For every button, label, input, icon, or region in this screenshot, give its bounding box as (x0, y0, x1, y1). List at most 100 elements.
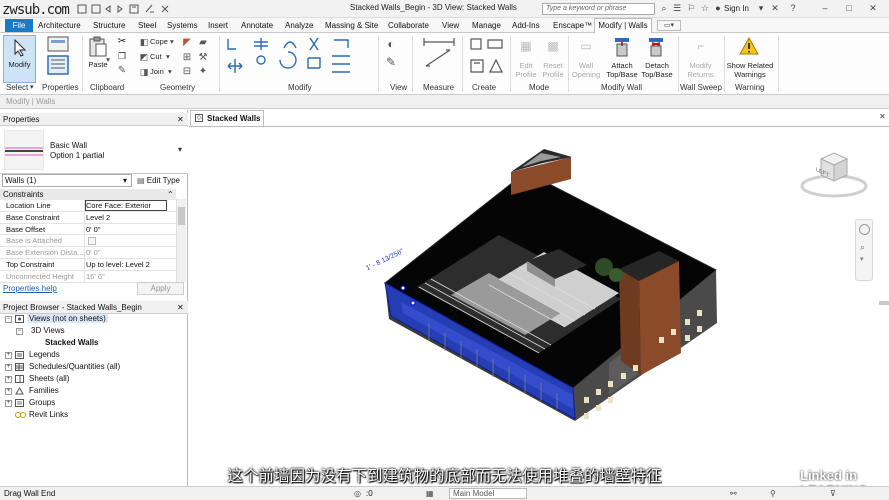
tree-item-stacked-walls[interactable]: Stacked Walls (45, 338, 99, 347)
cope-icon[interactable]: ◧ (139, 37, 149, 47)
3d-viewport[interactable]: 1' - 8 13/256" LEFT ⌕ ▾ (189, 126, 889, 486)
help-icon[interactable]: ? (788, 3, 798, 14)
cope-label[interactable]: Cope (150, 37, 168, 46)
zoom-icon[interactable]: ⌕ (860, 242, 865, 253)
tab-structure[interactable]: Structure (93, 21, 125, 30)
view-tab[interactable]: ◇ Stacked Walls (190, 110, 264, 126)
demolish-icon[interactable]: ⚒ (197, 52, 209, 63)
expand-toggle[interactable]: + (5, 388, 12, 395)
expand-toggle[interactable]: + (5, 400, 12, 407)
select-dropdown-icon[interactable]: ▾ (30, 83, 34, 91)
modify-button[interactable]: Modify (3, 35, 36, 83)
type-dropdown-icon[interactable]: ▾ (178, 145, 182, 154)
instance-filter-select[interactable]: Walls (1) ▾ (2, 174, 132, 187)
type-selector[interactable]: Basic Wall Option 1 partial ▾ (0, 127, 188, 174)
ribbon-options-icon[interactable]: ▭▾ (657, 20, 681, 31)
cope-dropdown-icon[interactable]: ▾ (170, 37, 174, 46)
tree-item-revit-links[interactable]: Revit Links (29, 410, 68, 419)
user-icon[interactable]: ● (713, 3, 723, 14)
splitter-handle[interactable] (879, 301, 889, 305)
collapse-toggle[interactable]: − (5, 316, 12, 323)
cut-dropdown-icon[interactable]: ▾ (166, 52, 170, 61)
paste-dropdown-icon[interactable]: ▾ (104, 55, 112, 64)
cut-label[interactable]: Cut (150, 52, 162, 61)
property-row[interactable]: Top Constraint Up to level: Level 2 (0, 259, 176, 271)
minimize-icon[interactable]: – (820, 3, 830, 14)
tab-systems[interactable]: Systems (167, 21, 198, 30)
property-row[interactable]: Base Constraint Level 2 (0, 211, 176, 224)
collapse-toggle[interactable]: − (16, 328, 23, 335)
unjoin-icon[interactable]: ⊟ (181, 66, 193, 77)
cut-icon[interactable]: ✂ (116, 37, 128, 47)
design-options-icon[interactable]: ▦ (426, 489, 434, 498)
tab-insert[interactable]: Insert (208, 21, 228, 30)
star-icon[interactable]: ☆ (700, 3, 710, 14)
attach-top-base-label[interactable]: Attach Top/Base (602, 61, 642, 79)
select-pinned-icon[interactable]: ⚲ (770, 489, 776, 498)
tab-collaborate[interactable]: Collaborate (388, 21, 429, 30)
view-cube[interactable] (799, 149, 869, 199)
wall-joins-icon[interactable]: ⊞ (181, 52, 193, 63)
search-icon[interactable]: ⌕ (659, 3, 669, 14)
tab-architecture[interactable]: Architecture (38, 21, 81, 30)
constraints-section[interactable]: Constraints (0, 189, 176, 200)
property-row[interactable]: Base Offset 0' 0" (0, 223, 176, 236)
exchange-icon[interactable]: ✕ (770, 3, 780, 14)
override-graphics-icon[interactable]: ✎ (384, 56, 398, 68)
tab-modify-walls[interactable]: Modify | Walls (594, 18, 652, 33)
filter-icon[interactable]: ⊽ (830, 489, 836, 498)
tab-enscape[interactable]: Enscape™ (553, 21, 592, 30)
type-properties-icon[interactable] (47, 36, 69, 76)
steering-wheel-icon[interactable] (859, 224, 870, 235)
tree-item-schedules[interactable]: Schedules/Quantities (all) (29, 362, 120, 371)
properties-help-link[interactable]: Properties help (3, 284, 57, 293)
tree-item-families[interactable]: Families (29, 386, 59, 395)
zoom-dropdown-icon[interactable]: ▾ (860, 255, 864, 263)
copy-icon[interactable]: ❐ (116, 51, 128, 61)
match-type-icon[interactable]: ✎ (116, 66, 128, 76)
select-links-icon[interactable]: ⚯ (730, 489, 737, 498)
expand-toggle[interactable]: + (5, 376, 12, 383)
tree-item-3d-views[interactable]: 3D Views (31, 326, 65, 335)
property-row[interactable]: Location Line Core Face: Exterior (0, 200, 176, 212)
join-label[interactable]: Join (150, 67, 164, 76)
hide-element-icon[interactable]: ◐ (384, 38, 398, 50)
tab-file[interactable]: File (5, 19, 33, 32)
expand-toggle[interactable]: + (5, 352, 12, 359)
tree-item-views[interactable]: Views (not on sheets) (27, 314, 108, 323)
cut-geometry-icon[interactable]: ◩ (139, 52, 149, 62)
tab-massing-site[interactable]: Massing & Site (325, 21, 378, 30)
join-dropdown-icon[interactable]: ▾ (168, 67, 172, 76)
attach-top-base-icon[interactable] (612, 36, 632, 58)
tab-steel[interactable]: Steel (138, 21, 156, 30)
collapse-icon[interactable]: ⌃ (167, 190, 174, 199)
close-icon[interactable]: ✕ (868, 3, 878, 14)
tab-analyze[interactable]: Analyze (285, 21, 313, 30)
edit-type-button[interactable]: ▤ Edit Type (137, 174, 187, 187)
split-face-icon[interactable]: ◤ (181, 37, 193, 48)
cart-icon[interactable]: ⚐ (686, 3, 696, 14)
tree-item-legends[interactable]: Legends (29, 350, 60, 359)
workset-icon[interactable]: ◎ (354, 489, 361, 498)
modify-tools[interactable] (224, 36, 360, 82)
maximize-icon[interactable]: □ (844, 3, 854, 14)
tab-add-ins[interactable]: Add-Ins (512, 21, 540, 30)
sign-in-button[interactable]: Sign In (724, 4, 749, 13)
properties-scrollbar[interactable] (176, 199, 186, 282)
close-browser-icon[interactable]: ✕ (177, 301, 184, 314)
apply-button[interactable]: Apply (137, 282, 184, 295)
design-option-select[interactable]: Main Model (449, 488, 527, 499)
chevron-down-icon[interactable]: ▾ (756, 3, 766, 14)
communication-icon[interactable]: ☰ (672, 3, 682, 14)
scrollbar-thumb[interactable] (178, 207, 185, 225)
warning-icon[interactable] (738, 36, 760, 56)
tree-item-groups[interactable]: Groups (29, 398, 55, 407)
tab-view[interactable]: View (442, 21, 459, 30)
detach-top-base-label[interactable]: Detach Top/Base (637, 61, 677, 79)
tab-manage[interactable]: Manage (472, 21, 501, 30)
show-related-warnings-label[interactable]: Show Related Warnings (724, 61, 776, 79)
tree-item-sheets[interactable]: Sheets (all) (29, 374, 69, 383)
close-properties-icon[interactable]: ✕ (177, 113, 184, 126)
search-input[interactable]: Type a keyword or phrase (542, 3, 655, 15)
join-icon[interactable]: ◨ (139, 67, 149, 77)
